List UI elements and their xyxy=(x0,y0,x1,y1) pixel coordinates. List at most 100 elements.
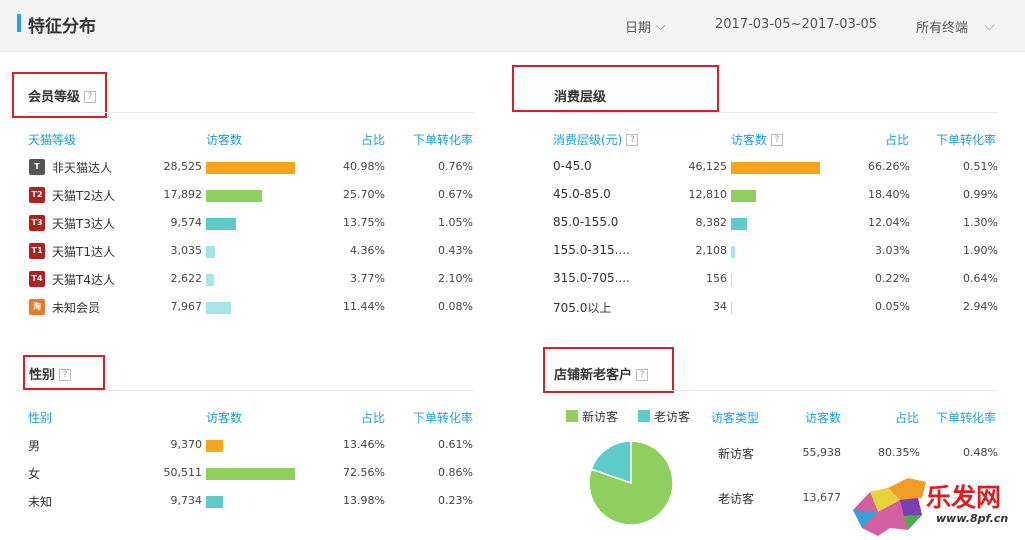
share-percent: 3.03% xyxy=(875,244,910,257)
help-icon[interactable]: ? xyxy=(59,368,72,381)
conversion-rate: 1.05% xyxy=(438,216,473,229)
ratio-bar xyxy=(731,218,747,230)
row-label: 45.0-85.0 xyxy=(553,187,611,201)
visitor-count: 8,382 xyxy=(695,216,728,229)
column-header: 占比 xyxy=(361,133,386,147)
divider xyxy=(28,390,474,391)
ratio-bar xyxy=(731,246,735,258)
column-header: 占比 xyxy=(361,411,386,425)
column-header: 下单转化率 xyxy=(413,133,474,147)
ratio-bar xyxy=(206,218,236,230)
ratio-bar xyxy=(731,274,732,286)
terminal-dropdown[interactable]: 所有终端 xyxy=(916,17,995,36)
conversion-rate: 0.67% xyxy=(438,188,473,201)
ratio-bar xyxy=(206,162,295,174)
legend-swatch-old xyxy=(638,410,650,422)
visitor-count: 9,370 xyxy=(170,438,203,451)
ratio-bar xyxy=(206,302,231,314)
ratio-bar xyxy=(731,190,756,202)
ratio-bar xyxy=(206,468,295,480)
conversion-rate: 1.90% xyxy=(963,244,998,257)
column-header: 下单转化率 xyxy=(413,411,474,425)
help-icon[interactable]: ? xyxy=(626,133,639,146)
share-percent: 0.22% xyxy=(875,272,910,285)
column-header: 访客类型 xyxy=(711,411,760,425)
row-label: 男 xyxy=(28,439,41,453)
column-header: 访客数? xyxy=(731,131,784,148)
row-label: 新访客 xyxy=(718,447,755,461)
row-label: 天猫T3达人 xyxy=(52,217,115,231)
help-icon[interactable]: ? xyxy=(84,90,97,103)
row-label: 老访客 xyxy=(718,492,755,506)
divider xyxy=(553,112,998,113)
conversion-rate: 0.61% xyxy=(438,438,473,451)
column-header: 访客数 xyxy=(206,133,243,147)
watermark-url: www.8pf.cn xyxy=(936,512,1009,525)
row-label: 天猫T2达人 xyxy=(52,189,115,203)
share-percent: 72.56% xyxy=(343,466,385,479)
share-percent: 11.44% xyxy=(343,300,385,313)
row-label: 0-45.0 xyxy=(553,159,592,173)
conversion-rate: 1.30% xyxy=(963,216,998,229)
conversion-rate: 0.51% xyxy=(963,160,998,173)
chevron-down-icon xyxy=(655,20,666,31)
date-label: 日期 xyxy=(625,21,652,36)
member-level-icon: T xyxy=(29,159,45,175)
chevron-down-icon xyxy=(984,20,995,31)
visitor-count: 55,938 xyxy=(802,446,842,459)
title-accent-bar xyxy=(17,14,21,32)
legend-label-old: 老访客 xyxy=(654,410,691,424)
visitor-count: 3,035 xyxy=(170,244,203,257)
section-title-member: 会员等级? xyxy=(28,86,97,105)
row-label: 未知会员 xyxy=(52,301,101,315)
conversion-rate: 2.94% xyxy=(963,300,998,313)
share-percent: 18.40% xyxy=(868,188,910,201)
divider xyxy=(28,112,474,113)
row-label: 天猫T4达人 xyxy=(52,273,115,287)
visitor-count: 7,967 xyxy=(170,300,203,313)
watermark-text: 乐发网 xyxy=(926,483,1002,512)
ratio-bar xyxy=(206,246,215,258)
column-header: 下单转化率 xyxy=(936,133,997,147)
share-percent: 13.46% xyxy=(343,438,385,451)
ratio-bar xyxy=(206,440,223,452)
ratio-bar xyxy=(731,302,732,314)
share-percent: 40.98% xyxy=(343,160,385,173)
customers-pie-chart xyxy=(588,440,674,526)
legend-label-new: 新访客 xyxy=(582,410,619,424)
visitor-count: 13,677 xyxy=(802,491,842,504)
conversion-rate: 0.48% xyxy=(963,446,998,459)
column-header: 下单转化率 xyxy=(936,411,997,425)
visitor-count: 9,734 xyxy=(170,494,203,507)
conversion-rate: 0.86% xyxy=(438,466,473,479)
visitor-count: 9,574 xyxy=(170,216,203,229)
column-header: 占比 xyxy=(895,411,920,425)
legend-swatch-new xyxy=(566,410,578,422)
row-label: 非天猫达人 xyxy=(52,161,113,175)
conversion-rate: 2.10% xyxy=(438,272,473,285)
visitor-count: 50,511 xyxy=(163,466,203,479)
help-icon[interactable]: ? xyxy=(771,133,784,146)
page-title: 特征分布 xyxy=(28,17,96,37)
visitor-count: 28,525 xyxy=(163,160,203,173)
member-level-icon: T3 xyxy=(29,215,45,231)
ratio-bar xyxy=(206,190,262,202)
column-header: 访客数 xyxy=(206,411,243,425)
column-header: 访客数 xyxy=(805,411,842,425)
help-icon[interactable]: ? xyxy=(636,368,649,381)
section-title-customers: 店铺新老客户? xyxy=(554,364,649,383)
row-label: 女 xyxy=(28,467,41,481)
share-percent: 66.26% xyxy=(868,160,910,173)
column-header: 天猫等级 xyxy=(28,133,77,147)
divider xyxy=(553,390,998,391)
conversion-rate: 0.23% xyxy=(438,494,473,507)
date-dropdown[interactable]: 日期 xyxy=(625,17,666,36)
conversion-rate: 0.64% xyxy=(963,272,998,285)
section-title-spending: 消费层级 xyxy=(554,90,607,105)
row-label: 315.0-705.... xyxy=(553,271,630,285)
visitor-count: 17,892 xyxy=(163,188,203,201)
share-percent: 3.77% xyxy=(350,272,385,285)
date-range-text[interactable]: 2017-03-05~2017-03-05 xyxy=(715,17,877,32)
share-percent: 4.36% xyxy=(350,244,385,257)
visitor-count: 12,810 xyxy=(688,188,728,201)
